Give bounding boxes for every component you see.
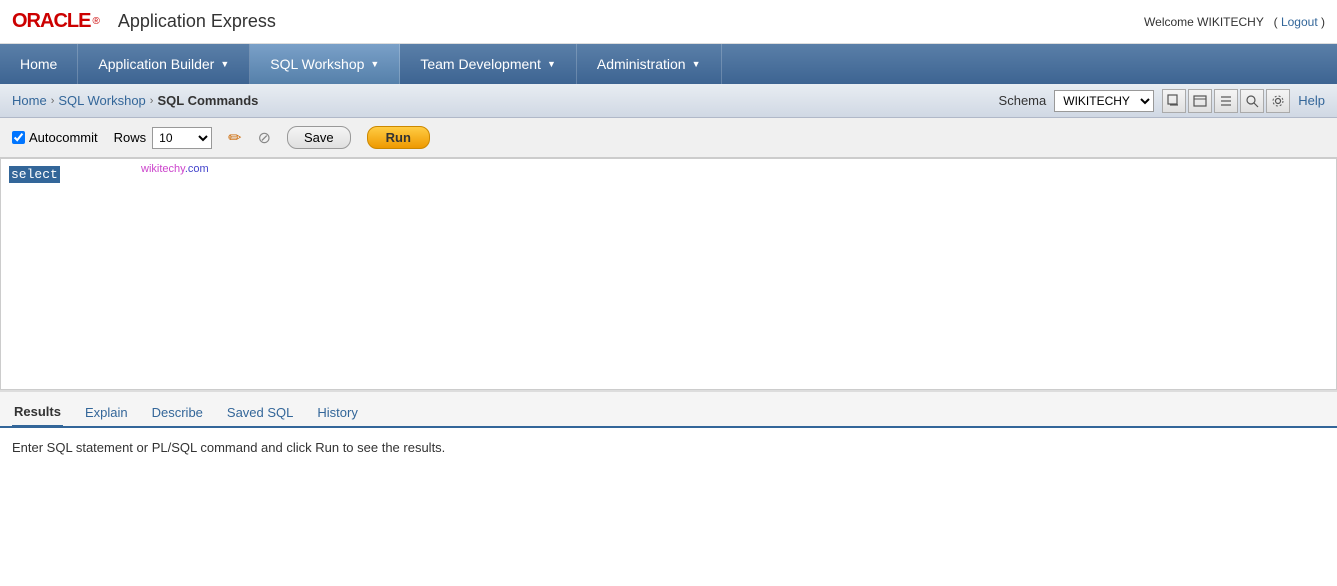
nav-administration-label: Administration [597,56,686,72]
icon-btn-edit[interactable] [1162,89,1186,113]
toolbar-icons [1162,89,1290,113]
nav-administration[interactable]: Administration ▼ [577,44,722,84]
search-icon [1245,94,1259,108]
results-area: Enter SQL statement or PL/SQL command an… [0,428,1337,488]
icon-btn-list[interactable] [1214,89,1238,113]
icon-btn-search[interactable] [1240,89,1264,113]
autocommit-checkbox[interactable] [12,131,25,144]
tab-results[interactable]: Results [12,400,63,428]
breadcrumb-bar: Home › SQL Workshop › SQL Commands Schem… [0,84,1337,118]
watermark-techy: .com [185,163,209,175]
autocommit-area: Autocommit [12,130,98,145]
sql-editor-container: wikitechy.com select [0,158,1337,390]
nav-application-builder-label: Application Builder [98,56,214,72]
breadcrumb-sep1: › [51,95,55,107]
nav-sql-workshop-arrow: ▼ [370,59,379,69]
gear-icon [1271,94,1285,108]
nav-sql-workshop-label: SQL Workshop [270,56,364,72]
tabs-container: Results Explain Describe Saved SQL Histo… [0,390,1337,428]
list-icon [1219,94,1233,108]
results-message: Enter SQL statement or PL/SQL command an… [12,440,445,455]
edit-icon [1167,94,1181,108]
welcome-area: Welcome WIKITECHY ( Logout ) [1144,15,1325,29]
nav-application-builder[interactable]: Application Builder ▼ [78,44,250,84]
autocommit-label: Autocommit [29,130,98,145]
breadcrumb-current: SQL Commands [157,93,258,108]
watermark-wiki: wikitechy [141,163,185,175]
sql-toolbar: Autocommit Rows 10 25 50 100 200 500 ✏ ⊘… [0,118,1337,158]
logo-area: ORACLE ® Application Express [12,10,276,33]
main-nav: Home Application Builder ▼ SQL Workshop … [0,44,1337,84]
nav-administration-arrow: ▼ [692,59,701,69]
view-icon [1193,94,1207,108]
icon-btn-gear[interactable] [1266,89,1290,113]
breadcrumb-right: Schema WIKITECHY [999,89,1325,113]
run-button[interactable]: Run [367,126,430,149]
sql-editor-display[interactable]: select [1,159,1336,389]
icon-btn-view[interactable] [1188,89,1212,113]
oracle-logo: ORACLE ® [12,10,100,33]
nav-home[interactable]: Home [0,44,78,84]
schema-select[interactable]: WIKITECHY [1054,90,1154,112]
tab-history[interactable]: History [315,401,359,426]
oracle-reg-symbol: ® [92,16,99,27]
nav-application-builder-arrow: ▼ [220,59,229,69]
rows-area: Rows 10 25 50 100 200 500 [114,127,213,149]
rows-label: Rows [114,130,147,145]
oracle-text: ORACLE [12,10,90,33]
tabs-row: Results Explain Describe Saved SQL Histo… [0,392,1337,428]
pencil-icon[interactable]: ✏ [228,128,241,148]
rows-select[interactable]: 10 25 50 100 200 500 [152,127,212,149]
logout-link[interactable]: Logout [1281,15,1318,29]
breadcrumb: Home › SQL Workshop › SQL Commands [12,93,258,108]
sql-selected-text: select [9,166,60,183]
nav-home-label: Home [20,56,57,72]
welcome-text: Welcome WIKITECHY [1144,15,1264,29]
breadcrumb-sep2: › [150,95,154,107]
nav-team-development-label: Team Development [420,56,541,72]
tab-explain[interactable]: Explain [83,401,130,426]
save-button[interactable]: Save [287,126,351,149]
watermark: wikitechy.com [141,163,209,175]
help-link[interactable]: Help [1298,93,1325,108]
nav-sql-workshop[interactable]: SQL Workshop ▼ [250,44,400,84]
breadcrumb-sql-workshop[interactable]: SQL Workshop [58,93,145,108]
breadcrumb-home[interactable]: Home [12,93,47,108]
eraser-icon[interactable]: ⊘ [258,128,271,148]
schema-label: Schema [999,93,1047,108]
tab-saved-sql[interactable]: Saved SQL [225,401,296,426]
app-express-title: Application Express [118,11,276,32]
nav-team-development[interactable]: Team Development ▼ [400,44,577,84]
nav-team-development-arrow: ▼ [547,59,556,69]
top-header: ORACLE ® Application Express Welcome WIK… [0,0,1337,44]
tab-describe[interactable]: Describe [150,401,205,426]
